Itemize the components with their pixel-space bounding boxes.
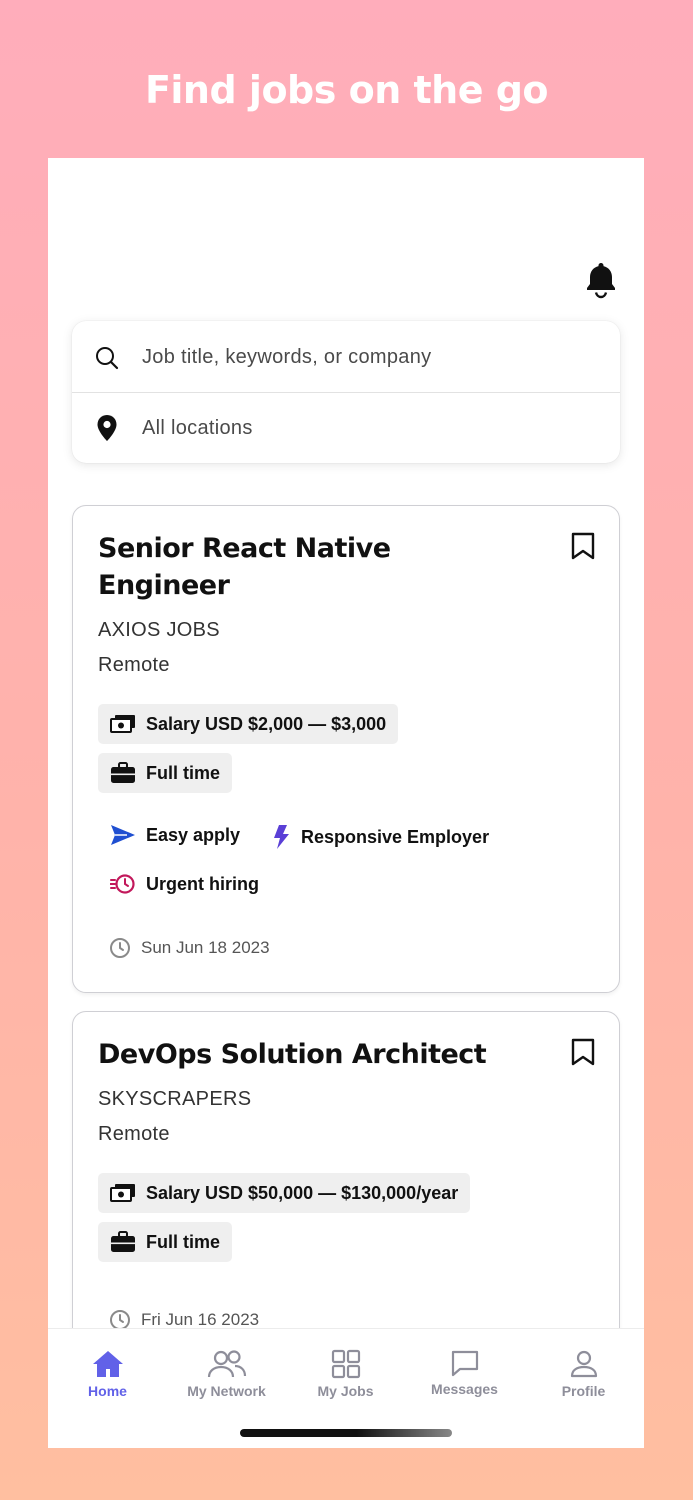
bottom-tab-bar: Home My Network My Jobs Messages Profile [48, 1328, 644, 1448]
posted-date-text: Fri Jun 16 2023 [141, 1310, 260, 1329]
bookmark-icon[interactable] [571, 1038, 595, 1066]
phone-screen: Job title, keywords, or company All loca… [48, 158, 644, 1448]
tab-profile[interactable]: Profile [524, 1349, 643, 1399]
money-icon [110, 1184, 135, 1202]
urgent-clock-icon [110, 874, 135, 894]
job-type-text: Full time [146, 762, 221, 783]
keyword-search-field[interactable]: Job title, keywords, or company [72, 323, 620, 393]
lightning-icon [274, 825, 289, 849]
people-icon [207, 1350, 246, 1378]
bookmark-icon[interactable] [571, 532, 595, 560]
tab-my-network[interactable]: My Network [167, 1349, 286, 1399]
home-indicator [240, 1429, 452, 1437]
send-icon [111, 825, 135, 845]
job-title[interactable]: DevOps Solution Architect [98, 1036, 558, 1073]
salary-text: Salary USD $50,000 — $130,000/year [146, 1182, 459, 1203]
keyword-search-placeholder: Job title, keywords, or company [142, 346, 432, 368]
search-icon [96, 346, 119, 369]
bell-icon[interactable] [583, 260, 619, 300]
tab-label: Messages [431, 1381, 498, 1397]
salary-chip: Salary USD $2,000 — $3,000 [98, 704, 399, 744]
urgent-hiring-badge: Urgent hiring [110, 873, 259, 895]
tab-label: My Network [187, 1383, 266, 1399]
location-value: All locations [142, 416, 253, 439]
company-name: AXIOS JOBS [98, 619, 220, 641]
tab-label: Home [88, 1383, 127, 1399]
posted-date: Sun Jun 18 2023 [109, 937, 270, 959]
tab-label: Profile [561, 1383, 606, 1399]
job-type-text: Full time [146, 1231, 221, 1252]
salary-text: Salary USD $2,000 — $3,000 [146, 713, 387, 734]
job-title[interactable]: Senior React Native Engineer [98, 530, 518, 604]
tab-my-jobs[interactable]: My Jobs [286, 1349, 405, 1399]
clock-icon [110, 938, 130, 958]
grid-icon [331, 1349, 360, 1379]
easy-apply-badge: Easy apply [110, 824, 240, 846]
search-card: Job title, keywords, or company All loca… [72, 321, 620, 463]
page-headline: Find jobs on the go [144, 68, 549, 112]
job-location: Remote [98, 654, 170, 676]
money-icon [110, 715, 135, 733]
salary-chip: Salary USD $50,000 — $130,000/year [98, 1173, 471, 1213]
tab-home[interactable]: Home [48, 1349, 167, 1399]
briefcase-icon [111, 762, 135, 783]
job-location: Remote [98, 1123, 170, 1145]
feature-label: Easy apply [146, 824, 241, 845]
job-card[interactable]: Senior React Native Engineer AXIOS JOBS … [72, 505, 620, 993]
job-type-chip: Full time [98, 1222, 233, 1262]
company-name: SKYSCRAPERS [98, 1088, 252, 1110]
home-icon [92, 1351, 123, 1377]
tab-messages[interactable]: Messages [405, 1349, 524, 1397]
responsive-employer-badge: Responsive Employer [271, 824, 489, 850]
person-icon [570, 1350, 597, 1378]
posted-date-text: Sun Jun 18 2023 [141, 938, 270, 957]
tab-label: My Jobs [317, 1383, 374, 1399]
feature-label: Urgent hiring [146, 873, 259, 894]
job-type-chip: Full time [98, 753, 233, 793]
briefcase-icon [111, 1231, 135, 1252]
feature-label: Responsive Employer [301, 826, 490, 847]
location-pin-icon [97, 415, 117, 441]
chat-icon [451, 1350, 478, 1377]
location-field[interactable]: All locations [72, 393, 620, 463]
